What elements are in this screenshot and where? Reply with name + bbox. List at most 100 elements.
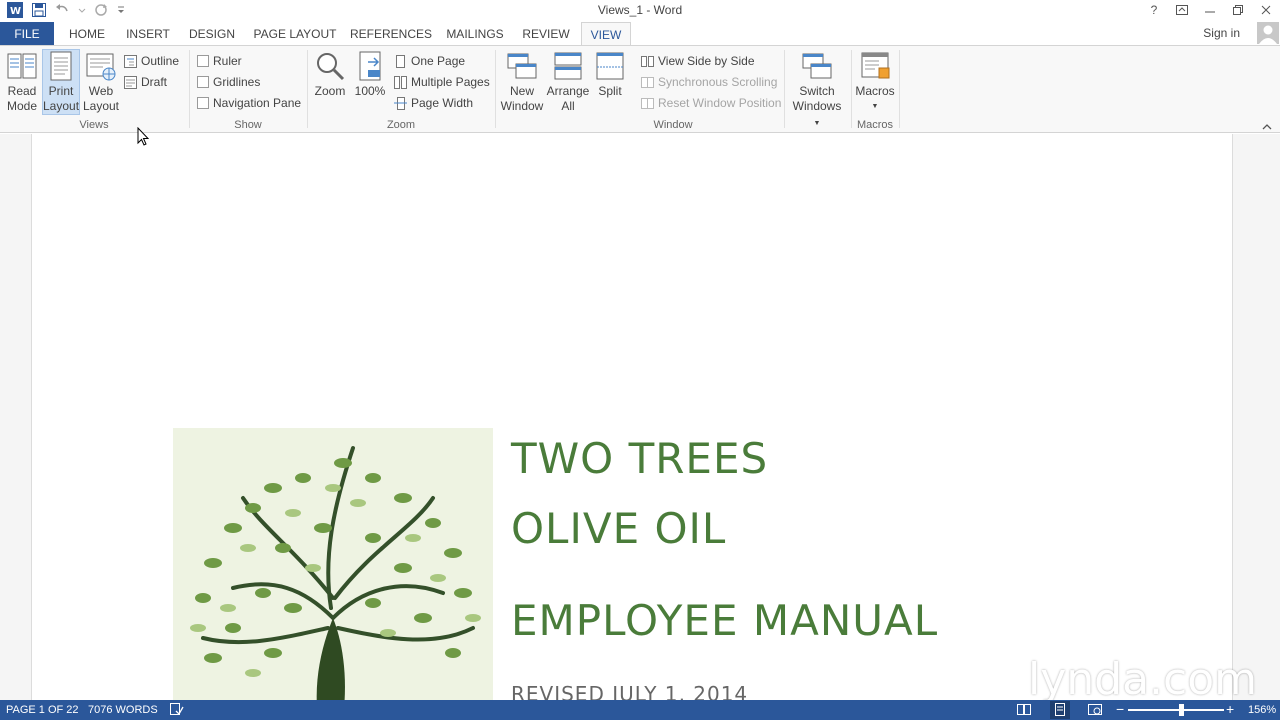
group-label-window: Window bbox=[653, 119, 693, 131]
proofing-icon[interactable] bbox=[170, 703, 184, 719]
draft-label: Draft bbox=[141, 75, 168, 89]
switch-windows-label-2-text: Windows bbox=[792, 99, 842, 113]
gridlines-check-box[interactable] bbox=[197, 76, 209, 88]
title-bar: W Views_1 - Word ? bbox=[0, 0, 1280, 20]
tab-file[interactable]: FILE bbox=[0, 22, 54, 46]
reset-window-icon bbox=[641, 97, 654, 110]
ribbon-view: Read Mode Print Layout Web Layout Outlin… bbox=[0, 45, 1280, 133]
group-separator bbox=[307, 50, 308, 128]
close-button[interactable] bbox=[1252, 0, 1280, 20]
synchronous-scrolling-button[interactable]: Synchronous Scrolling bbox=[641, 73, 777, 91]
tab-view[interactable]: VIEW bbox=[581, 22, 631, 46]
tab-page-layout[interactable]: PAGE LAYOUT bbox=[250, 22, 340, 46]
document-area[interactable]: TWO TREES OLIVE OIL EMPLOYEE MANUAL REVI… bbox=[0, 134, 1280, 700]
print-layout-view-icon[interactable] bbox=[1050, 701, 1070, 719]
print-layout-label-2: Layout bbox=[43, 99, 80, 113]
switch-windows-label-1: Switch bbox=[799, 84, 835, 98]
new-window-icon bbox=[506, 50, 538, 82]
help-button[interactable]: ? bbox=[1140, 0, 1168, 20]
status-bar: PAGE 1 OF 22 7076 WORDS − + 156% bbox=[0, 700, 1280, 720]
tab-insert[interactable]: INSERT bbox=[122, 22, 174, 46]
heading-olive-oil[interactable]: OLIVE OIL bbox=[511, 504, 726, 553]
outline-button[interactable]: Outline bbox=[124, 52, 179, 70]
group-separator bbox=[495, 50, 496, 128]
mouse-cursor-icon bbox=[137, 126, 151, 147]
web-layout-view-icon[interactable] bbox=[1088, 703, 1102, 719]
avatar[interactable] bbox=[1257, 22, 1279, 44]
tab-design[interactable]: DESIGN bbox=[184, 22, 240, 46]
zoom-slider[interactable] bbox=[1128, 709, 1224, 711]
olive-tree-image[interactable] bbox=[173, 428, 493, 700]
tab-mailings[interactable]: MAILINGS bbox=[442, 22, 508, 46]
arrange-all-label-1: Arrange bbox=[546, 84, 590, 98]
zoom-100-label: 100% bbox=[354, 84, 386, 98]
multiple-pages-label: Multiple Pages bbox=[411, 75, 490, 89]
ruler-checkbox[interactable]: Ruler bbox=[197, 52, 242, 70]
new-window-label-1: New bbox=[509, 84, 534, 98]
zoom-100-button[interactable]: 100% bbox=[352, 50, 388, 99]
reset-window-position-button[interactable]: Reset Window Position bbox=[641, 94, 781, 112]
read-mode-label-1: Read bbox=[7, 84, 37, 98]
print-layout-button[interactable]: Print Layout bbox=[42, 49, 80, 115]
macros-icon bbox=[859, 50, 891, 82]
tab-review[interactable]: REVIEW bbox=[518, 22, 574, 46]
page-width-button[interactable]: Page Width bbox=[394, 94, 473, 112]
group-separator bbox=[899, 50, 900, 128]
page-width-label: Page Width bbox=[411, 96, 474, 110]
web-layout-label-1: Web bbox=[88, 84, 114, 98]
split-button[interactable]: Split bbox=[592, 50, 628, 99]
arrange-all-button[interactable]: Arrange All bbox=[546, 50, 590, 114]
zoom-level[interactable]: 156% bbox=[1248, 704, 1276, 716]
zoom-out-button[interactable]: − bbox=[1116, 701, 1124, 717]
heading-employee-manual[interactable]: EMPLOYEE MANUAL bbox=[511, 596, 938, 645]
view-side-by-side-label: View Side by Side bbox=[658, 54, 755, 68]
new-window-button[interactable]: New Window bbox=[500, 50, 544, 114]
ruler-check-box[interactable] bbox=[197, 55, 209, 67]
ribbon-tabs: FILE HOME INSERT DESIGN PAGE LAYOUT REFE… bbox=[0, 22, 1280, 46]
navigation-pane-label: Navigation Pane bbox=[213, 96, 302, 110]
outline-icon bbox=[124, 54, 137, 68]
sync-scroll-icon bbox=[641, 76, 654, 89]
navigation-pane-checkbox[interactable]: Navigation Pane bbox=[197, 94, 301, 112]
zoom-button[interactable]: Zoom bbox=[312, 50, 348, 99]
view-side-by-side-button[interactable]: View Side by Side bbox=[641, 52, 755, 70]
minimize-button[interactable] bbox=[1196, 0, 1224, 20]
outline-label: Outline bbox=[141, 54, 180, 68]
zoom-in-button[interactable]: + bbox=[1226, 701, 1234, 717]
ribbon-display-options-button[interactable] bbox=[1168, 0, 1196, 20]
arrange-all-icon bbox=[552, 50, 584, 82]
revised-date[interactable]: REVISED JULY 1, 2014 bbox=[511, 682, 748, 700]
group-label-zoom: Zoom bbox=[386, 119, 416, 131]
arrange-all-label-2: All bbox=[561, 99, 575, 113]
read-mode-button[interactable]: Read Mode bbox=[3, 50, 41, 114]
magnifier-icon bbox=[314, 50, 346, 82]
window-controls: ? bbox=[1140, 0, 1280, 20]
watermark: lynda.com bbox=[1028, 654, 1258, 705]
macros-button[interactable]: Macros ▼ bbox=[854, 50, 896, 114]
read-mode-view-icon[interactable] bbox=[1017, 703, 1031, 719]
web-layout-button[interactable]: Web Layout bbox=[82, 50, 120, 114]
page-count-status[interactable]: PAGE 1 OF 22 bbox=[6, 704, 79, 716]
document-page[interactable]: TWO TREES OLIVE OIL EMPLOYEE MANUAL REVI… bbox=[31, 134, 1233, 700]
page-width-icon bbox=[394, 96, 407, 110]
tab-references[interactable]: REFERENCES bbox=[350, 22, 432, 46]
collapse-ribbon-icon[interactable] bbox=[1262, 120, 1272, 134]
draft-button[interactable]: Draft bbox=[124, 73, 167, 91]
tab-home[interactable]: HOME bbox=[60, 22, 114, 46]
sign-in-link[interactable]: Sign in bbox=[1203, 26, 1240, 40]
one-page-button[interactable]: One Page bbox=[394, 52, 465, 70]
gridlines-checkbox[interactable]: Gridlines bbox=[197, 73, 260, 91]
word-count-status[interactable]: 7076 WORDS bbox=[88, 704, 158, 716]
zoom-slider-thumb[interactable] bbox=[1179, 704, 1185, 716]
restore-button[interactable] bbox=[1224, 0, 1252, 20]
web-layout-icon bbox=[85, 50, 117, 82]
navigation-pane-check-box[interactable] bbox=[197, 97, 209, 109]
multiple-pages-icon bbox=[394, 75, 407, 89]
macros-label: Macros bbox=[855, 84, 895, 98]
new-window-label-2: Window bbox=[500, 99, 544, 113]
group-separator bbox=[851, 50, 852, 128]
heading-two-trees[interactable]: TWO TREES bbox=[511, 434, 768, 483]
chevron-down-icon: ▼ bbox=[871, 103, 879, 110]
multiple-pages-button[interactable]: Multiple Pages bbox=[394, 73, 490, 91]
print-layout-label-1: Print bbox=[48, 84, 74, 98]
